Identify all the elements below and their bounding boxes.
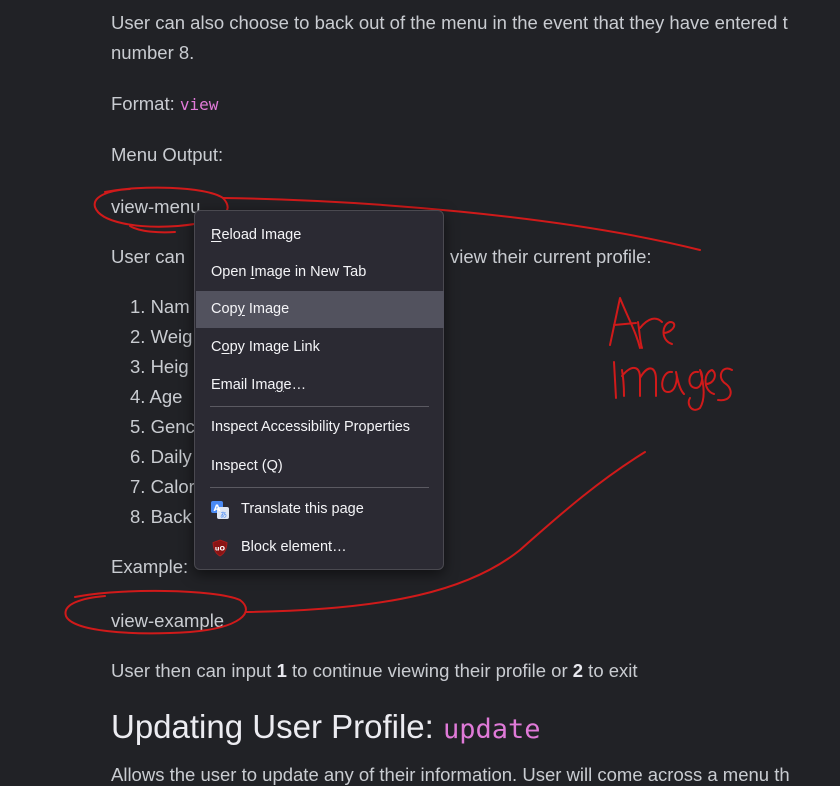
menu-item-block-element[interactable]: uO Block element… xyxy=(196,529,444,565)
format-code: view xyxy=(179,95,219,114)
paragraph-update-intro: Allows the user to update any of their i… xyxy=(111,764,790,785)
svg-text:あ: あ xyxy=(220,511,227,519)
continue-text-pre: User then can input xyxy=(111,660,277,681)
section-heading: Updating User Profile: update xyxy=(111,708,541,746)
select-paragraph-suffix: view their current profile: xyxy=(450,246,652,267)
list-item: 4. Age xyxy=(130,386,183,407)
ublock-origin-icon: uO xyxy=(212,539,228,557)
menu-output-label: Menu Output: xyxy=(111,144,224,165)
svg-text:uO: uO xyxy=(215,545,226,553)
image-view-example[interactable]: view-example xyxy=(111,610,224,632)
continue-paragraph: User then can input 1 to continue viewin… xyxy=(111,660,638,682)
menu-item-open-image-new-tab[interactable]: Open Image in New Tab xyxy=(196,254,444,290)
paragraph-intro-line2: number 8. xyxy=(111,42,195,63)
list-item: 2. Weig xyxy=(130,326,193,347)
continue-key-2: 2 xyxy=(572,660,584,681)
menu-item-translate-page[interactable]: A あ Translate this page xyxy=(196,491,444,527)
menu-item-inspect[interactable]: Inspect (Q) xyxy=(196,448,444,484)
menu-item-reload-image[interactable]: Reload Image xyxy=(196,217,444,253)
menu-separator xyxy=(210,487,429,488)
select-paragraph-prefix: User can xyxy=(111,246,186,267)
continue-key-1: 1 xyxy=(276,660,287,681)
menu-item-inspect-accessibility[interactable]: Inspect Accessibility Properties xyxy=(196,409,444,445)
list-item: 7. Calor xyxy=(130,476,195,497)
format-line: Format: view xyxy=(111,93,218,115)
continue-text-mid: to continue viewing their profile or xyxy=(286,660,573,681)
list-item: 1. Nam xyxy=(130,296,190,317)
list-item: 6. Daily xyxy=(130,446,192,467)
example-label: Example: xyxy=(111,556,189,577)
heading-code: update xyxy=(442,714,541,745)
menu-item-email-image[interactable]: Email Image… xyxy=(196,367,444,403)
menu-separator xyxy=(210,406,429,407)
list-item: 5. Genc xyxy=(130,416,195,437)
context-menu: Reload Image Open Image in New Tab Copy … xyxy=(194,210,444,570)
translate-icon: A あ xyxy=(211,501,229,519)
menu-item-copy-image[interactable]: Copy Image xyxy=(196,291,444,328)
paragraph-intro-line1: User can also choose to back out of the … xyxy=(111,12,788,33)
list-item: 3. Heig xyxy=(130,356,189,377)
continue-text-post: to exit xyxy=(583,660,638,681)
heading-text: Updating User Profile: xyxy=(111,708,443,745)
menu-item-copy-image-link[interactable]: Copy Image Link xyxy=(196,329,444,365)
image-view-menu[interactable]: view-menu xyxy=(111,196,200,218)
menu-item-label: Translate this page xyxy=(241,501,364,517)
list-item: 8. Back xyxy=(130,506,192,527)
menu-item-label: Block element… xyxy=(241,539,347,555)
format-label: Format: xyxy=(111,93,180,114)
